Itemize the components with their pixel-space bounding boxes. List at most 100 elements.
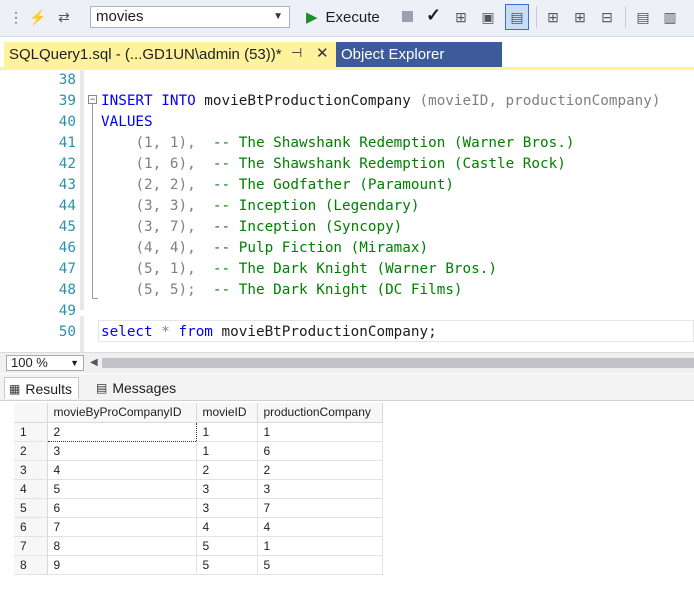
table-cell[interactable]: 2 [257, 460, 383, 480]
line-number: 46 [58, 240, 76, 256]
tab-results[interactable]: ▦ Results [4, 377, 80, 399]
table-row[interactable]: 1 2 1 1 [14, 421, 383, 442]
table-cell[interactable]: 7 [47, 517, 197, 537]
table-row[interactable]: 8 9 5 5 [14, 555, 383, 575]
change-margin [80, 316, 84, 352]
tab-messages[interactable]: ▤ Messages [92, 377, 182, 399]
table-cell[interactable]: 8 [47, 536, 197, 556]
database-select-value: movies [96, 8, 144, 25]
uncomment-lines-icon[interactable]: ▥ [660, 7, 680, 27]
execution-plan-icon[interactable]: ⊞ [451, 7, 471, 27]
row-number[interactable]: 5 [14, 498, 48, 518]
tab-messages-label: Messages [112, 380, 177, 396]
collapse-icon[interactable]: − [88, 95, 97, 104]
table-row[interactable]: 7 8 5 1 [14, 536, 383, 556]
table-cell[interactable]: 1 [196, 441, 258, 461]
value-tuple: (1, 1), [135, 135, 196, 151]
table-cell[interactable]: 4 [257, 517, 383, 537]
table-row[interactable]: 6 7 4 4 [14, 517, 383, 537]
table-row[interactable]: 4 5 3 3 [14, 479, 383, 499]
code-line: INSERT INTO movieBtProductionCompany (mo… [101, 91, 661, 112]
client-stats-icon[interactable]: ⊟ [597, 7, 617, 27]
row-number[interactable]: 8 [14, 555, 48, 575]
chevron-down-icon: ▼ [70, 358, 79, 368]
value-tuple: (5, 1), [135, 261, 196, 277]
code-comment: -- Inception (Syncopy) [212, 219, 403, 235]
stop-icon[interactable] [402, 11, 413, 22]
table-cell[interactable]: 9 [47, 555, 197, 575]
tab-object-explorer[interactable]: Object Explorer [336, 42, 502, 67]
horizontal-scrollbar[interactable] [102, 358, 694, 368]
table-row[interactable]: 2 3 1 6 [14, 441, 383, 461]
column-list: (movieID, productionCompany) [419, 93, 661, 109]
table-cell[interactable]: 7 [257, 498, 383, 518]
table-cell[interactable]: 5 [196, 536, 258, 556]
fold-guide-end [92, 298, 98, 299]
line-number: 41 [58, 135, 76, 151]
value-tuple: (3, 7), [135, 219, 196, 235]
close-icon[interactable]: ✕ [316, 44, 329, 62]
row-number[interactable]: 1 [14, 422, 48, 442]
row-number[interactable]: 3 [14, 460, 48, 480]
line-number: 45 [58, 219, 76, 235]
table-cell[interactable]: 1 [196, 422, 258, 442]
table-cell[interactable]: 3 [196, 498, 258, 518]
actual-plan-icon[interactable]: ⊞ [543, 7, 563, 27]
table-cell[interactable]: 6 [257, 441, 383, 461]
table-cell[interactable]: 2 [196, 460, 258, 480]
table-row[interactable]: 3 4 2 2 [14, 460, 383, 480]
table-cell[interactable]: 5 [257, 555, 383, 575]
grid-corner[interactable] [14, 403, 48, 423]
column-header[interactable]: movieID [196, 403, 258, 423]
table-cell[interactable]: 2 [46, 421, 197, 442]
row-number[interactable]: 2 [14, 441, 48, 461]
query-editor[interactable]: 38 39 40 41 42 43 44 45 46 47 48 49 50 −… [0, 70, 694, 352]
table-cell[interactable]: 3 [196, 479, 258, 499]
zoom-select[interactable]: 100 % ▼ [6, 355, 84, 371]
column-header[interactable]: productionCompany [257, 403, 383, 423]
execute-button[interactable]: ▶ Execute [306, 6, 380, 28]
keyword: INSERT INTO [101, 93, 196, 109]
table-cell[interactable]: 3 [47, 441, 197, 461]
change-connection-icon[interactable]: ⇄ [54, 7, 74, 27]
table-name: movieBtProductionCompany [195, 93, 420, 109]
code-line: VALUES [101, 112, 153, 133]
tab-sqlquery1[interactable]: SQLQuery1.sql - (...GD1UN\admin (53))* ⊣… [4, 42, 336, 67]
scroll-left-icon[interactable]: ◀ [90, 357, 98, 368]
table-row[interactable]: 5 6 3 7 [14, 498, 383, 518]
change-margin [80, 70, 84, 310]
parse-check-icon[interactable]: ✓ [426, 5, 441, 26]
row-number[interactable]: 4 [14, 479, 48, 499]
table-cell[interactable]: 1 [257, 422, 383, 442]
table-cell[interactable]: 3 [257, 479, 383, 499]
messages-icon: ▤ [96, 381, 108, 395]
pin-icon[interactable]: ⊣ [291, 45, 302, 61]
code-line: select * from movieBtProductionCompany; [101, 322, 437, 343]
results-grid[interactable]: movieByProCompanyID movieID productionCo… [14, 403, 383, 575]
code-comment: -- The Shawshank Redemption (Castle Rock… [212, 156, 566, 172]
live-stats-icon[interactable]: ⊞ [570, 7, 590, 27]
database-select[interactable]: movies ▼ [90, 6, 290, 28]
plug-icon[interactable]: ⚡ [28, 7, 48, 27]
table-cell[interactable]: 5 [47, 479, 197, 499]
code-comment: -- The Godfather (Paramount) [212, 177, 454, 193]
header-row: movieByProCompanyID movieID productionCo… [14, 403, 383, 423]
toolbar-separator [625, 6, 626, 28]
fold-guide [92, 104, 93, 299]
query-designer-icon[interactable]: ▣ [478, 7, 498, 27]
table-cell[interactable]: 4 [47, 460, 197, 480]
table-cell[interactable]: 4 [196, 517, 258, 537]
comment-lines-icon[interactable]: ▤ [633, 7, 653, 27]
line-number: 40 [58, 114, 76, 130]
value-tuple: (5, 5); [135, 282, 196, 298]
table-cell[interactable]: 5 [196, 555, 258, 575]
table-cell[interactable]: 1 [257, 536, 383, 556]
row-number[interactable]: 6 [14, 517, 48, 537]
code-comment: -- The Shawshank Redemption (Warner Bros… [212, 135, 575, 151]
toolbar-options-icon[interactable]: ⋮ [6, 7, 26, 27]
row-number[interactable]: 7 [14, 536, 48, 556]
line-number: 38 [58, 72, 76, 88]
table-cell[interactable]: 6 [47, 498, 197, 518]
column-header[interactable]: movieByProCompanyID [47, 403, 197, 423]
keyword: VALUES [101, 114, 153, 130]
